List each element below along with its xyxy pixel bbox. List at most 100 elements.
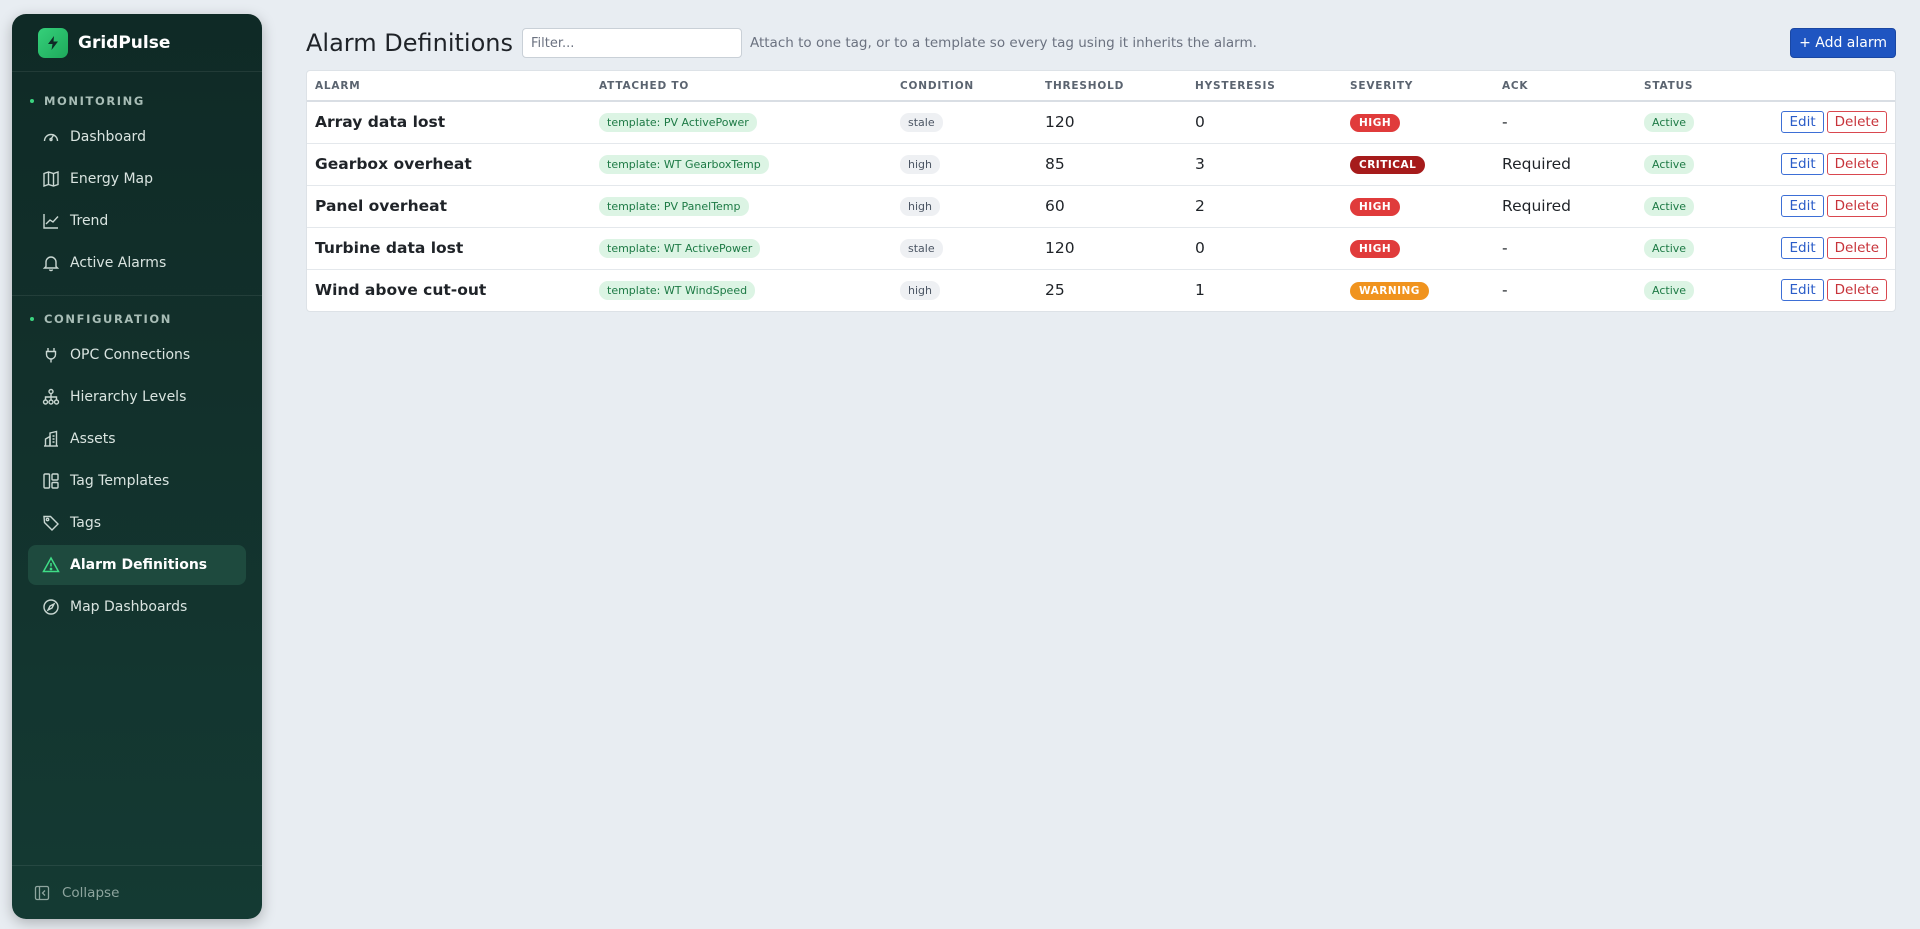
sidebar-item-energy-map[interactable]: Energy Map [28, 159, 246, 199]
condition-chip: high [900, 281, 940, 301]
edit-button[interactable]: Edit [1781, 153, 1824, 175]
compass-icon [42, 598, 60, 616]
section-monitoring: MONITORING [12, 94, 262, 108]
col-attached-to[interactable]: ATTACHED TO [591, 71, 892, 102]
delete-button[interactable]: Delete [1826, 111, 1887, 134]
sidebar-item-dashboard[interactable]: Dashboard [28, 117, 246, 157]
hysteresis-value: 3 [1187, 143, 1342, 186]
table-row[interactable]: Array data lost template: PV ActivePower… [307, 101, 1895, 144]
tag-icon [42, 514, 60, 532]
delete-button[interactable]: Delete [1826, 237, 1887, 259]
delete-button[interactable]: Delete [1826, 195, 1887, 217]
brand-name: GridPulse [78, 32, 171, 53]
sidebar-item-opc-connections[interactable]: OPC Connections [28, 335, 246, 375]
building-icon [42, 430, 60, 448]
sidebar-item-hierarchy-levels[interactable]: Hierarchy Levels [28, 377, 246, 417]
alarm-name: Wind above cut-out [315, 281, 487, 300]
table-header-row: ALARM ATTACHED TO CONDITION THRESHOLD HY… [307, 71, 1895, 102]
alarm-name: Turbine data lost [307, 227, 591, 270]
sidebar-item-assets[interactable]: Assets [28, 419, 246, 459]
sidebar-item-map-dashboards[interactable]: Map Dashboards [28, 587, 246, 627]
sidebar-item-active-alarms[interactable]: Active Alarms [28, 243, 246, 283]
plug-icon [42, 346, 60, 364]
delete-button[interactable]: Delete [1826, 153, 1887, 175]
table-row[interactable]: Panel overheat template: PV PanelTemp hi… [307, 185, 1895, 228]
page-title: Alarm Definitions [306, 29, 513, 57]
sidebar: GridPulse MONITORING Dashboard Energy Ma… [12, 14, 262, 919]
severity-badge: HIGH [1350, 240, 1401, 258]
attached-to-chip: template: WT GearboxTemp [599, 155, 769, 174]
threshold-value: 120 [1037, 227, 1187, 270]
main-content: Alarm Definitions Attach to one tag, or … [306, 28, 1896, 312]
filter-input[interactable] [521, 28, 742, 58]
status-badge: Active [1644, 281, 1695, 301]
sidebar-item-tags[interactable]: Tags [28, 503, 246, 543]
attached-to-chip: template: PV ActivePower [599, 113, 757, 133]
threshold-value: 120 [1037, 101, 1187, 144]
table-row[interactable]: Wind above cut-out template: WT WindSpee… [307, 269, 1895, 311]
edit-button[interactable]: Edit [1781, 195, 1824, 217]
col-hysteresis[interactable]: HYSTERESIS [1187, 71, 1342, 102]
table-row[interactable]: Gearbox overheat template: WT GearboxTem… [307, 143, 1895, 186]
condition-chip: stale [900, 113, 943, 133]
page-header: Alarm Definitions Attach to one tag, or … [306, 28, 1896, 58]
condition-chip: high [900, 197, 940, 216]
attached-to-chip: template: WT WindSpeed [599, 281, 756, 301]
status-badge: Active [1644, 239, 1695, 258]
hysteresis-value: 0 [1187, 227, 1342, 270]
condition-chip: high [900, 155, 940, 174]
threshold-value: 25 [1045, 281, 1065, 300]
attached-to-chip: template: WT ActivePower [599, 239, 761, 258]
ack-value: - [1494, 101, 1636, 144]
template-icon [42, 472, 60, 490]
threshold-value: 60 [1037, 185, 1187, 228]
alarm-table: ALARM ATTACHED TO CONDITION THRESHOLD HY… [306, 70, 1896, 312]
ack-value: Required [1494, 143, 1636, 186]
col-actions [1766, 71, 1895, 102]
section-configuration: CONFIGURATION [12, 312, 262, 326]
delete-button[interactable]: Delete [1826, 279, 1887, 302]
alarm-name: Array data lost [307, 101, 591, 144]
hysteresis-value: 0 [1187, 101, 1342, 144]
col-condition[interactable]: CONDITION [892, 71, 1037, 102]
status-badge: Active [1644, 113, 1695, 133]
brand[interactable]: GridPulse [12, 14, 262, 72]
ack-value: - [1502, 281, 1508, 300]
status-badge: Active [1644, 197, 1695, 216]
col-ack[interactable]: ACK [1494, 71, 1636, 102]
condition-chip: stale [900, 239, 943, 258]
collapse-icon [34, 885, 50, 901]
hysteresis-value: 1 [1195, 281, 1205, 300]
add-alarm-button[interactable]: + Add alarm [1790, 28, 1896, 58]
trend-icon [42, 212, 60, 230]
table-row[interactable]: Turbine data lost template: WT ActivePow… [307, 227, 1895, 270]
col-threshold[interactable]: THRESHOLD [1037, 71, 1187, 102]
severity-badge: WARNING [1350, 282, 1429, 301]
map-icon [42, 170, 60, 188]
alarm-name: Panel overheat [307, 185, 591, 228]
hysteresis-value: 2 [1187, 185, 1342, 228]
sidebar-item-tag-templates[interactable]: Tag Templates [28, 461, 246, 501]
warning-icon [42, 556, 60, 574]
alarm-name: Gearbox overheat [307, 143, 591, 186]
edit-button[interactable]: Edit [1781, 279, 1824, 302]
col-severity[interactable]: SEVERITY [1342, 71, 1494, 102]
severity-badge: CRITICAL [1350, 156, 1426, 174]
sidebar-item-trend[interactable]: Trend [28, 201, 246, 241]
col-status[interactable]: STATUS [1636, 71, 1766, 102]
collapse-button[interactable]: Collapse [12, 865, 262, 919]
edit-button[interactable]: Edit [1781, 237, 1824, 259]
severity-badge: HIGH [1350, 114, 1401, 133]
threshold-value: 85 [1037, 143, 1187, 186]
gauge-icon [42, 128, 60, 146]
page-hint: Attach to one tag, or to a template so e… [749, 35, 1257, 51]
edit-button[interactable]: Edit [1781, 111, 1824, 134]
severity-badge: HIGH [1350, 198, 1401, 216]
col-alarm[interactable]: ALARM [307, 71, 591, 102]
status-badge: Active [1644, 155, 1695, 174]
ack-value: - [1494, 227, 1636, 270]
hierarchy-icon [42, 388, 60, 406]
sidebar-item-alarm-definitions[interactable]: Alarm Definitions [28, 545, 246, 585]
bell-icon [42, 254, 60, 272]
ack-value: Required [1494, 185, 1636, 228]
